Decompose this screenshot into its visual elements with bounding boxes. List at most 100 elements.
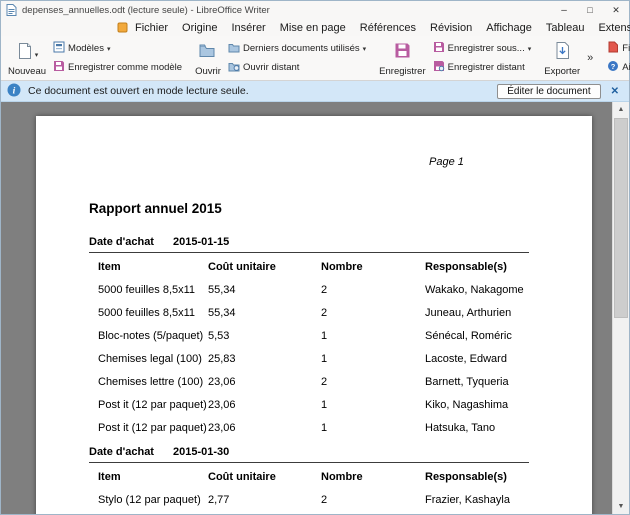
menubar-app-icon[interactable]: [117, 22, 128, 33]
enregistrer-sous-label: Enregistrer sous...: [448, 43, 525, 54]
enregistrer-distant-label: Enregistrer distant: [448, 62, 525, 73]
table-row: Bloc-notes (5/paquet)5,531Sénécal, Romér…: [89, 324, 529, 347]
save-as-template-icon: [53, 60, 65, 75]
table-cell: 1: [321, 422, 425, 434]
ouvrir-button[interactable]: Ouvrir: [192, 38, 224, 78]
date-achat-label: Date d'achat: [89, 446, 154, 458]
table-row: Chemises legal (100)25,831Lacoste, Edwar…: [89, 347, 529, 370]
chevron-down-icon[interactable]: [107, 43, 111, 54]
table-cell: 23,06: [208, 376, 321, 388]
chevron-down-icon[interactable]: [35, 44, 39, 62]
table-row: 5000 feuilles 8,5x1155,342Juneau, Arthur…: [89, 301, 529, 324]
table-cell: 5,53: [208, 330, 321, 342]
exporter-button[interactable]: Exporter: [541, 38, 583, 78]
enregistrer-sous-button[interactable]: Enregistrer sous...: [431, 40, 534, 57]
info-icon: i: [7, 83, 21, 100]
table-cell: Sénécal, Roméric: [425, 330, 529, 342]
group-enregistrer-options: Enregistrer sous... Enregistrer distant: [429, 38, 536, 78]
scroll-up-icon[interactable]: [613, 102, 629, 117]
modeles-label: Modèles: [68, 43, 104, 54]
enregistrer-button[interactable]: Enregistrer: [376, 38, 428, 78]
menu-item-extension[interactable]: Extension: [591, 22, 630, 34]
menu-item-revision[interactable]: Révision: [423, 22, 479, 34]
ouvrir-distant-button[interactable]: Ouvrir distant: [226, 60, 368, 76]
aide-menu-button[interactable]: ? Aide: [605, 59, 630, 76]
menu-item-inserer[interactable]: Insérer: [224, 22, 272, 34]
templates-icon: [53, 41, 65, 56]
menu-item-tableau[interactable]: Tableau: [539, 22, 592, 34]
menu-item-origine[interactable]: Origine: [175, 22, 224, 34]
maximize-button[interactable]: [577, 1, 603, 19]
date-achat-value: 2015-01-30: [173, 446, 229, 458]
nouveau-button[interactable]: Nouveau: [5, 38, 49, 78]
vertical-scrollbar[interactable]: [612, 102, 629, 514]
writer-document-icon: [6, 4, 17, 16]
chevron-down-icon[interactable]: [528, 43, 532, 54]
aide-menu-label: Aide: [622, 62, 630, 73]
open-folder-icon: [199, 43, 218, 64]
table-cell: 2: [321, 284, 425, 296]
date-achat-label: Date d'achat: [89, 236, 154, 248]
table-cell: 5000 feuilles 8,5x11: [98, 284, 208, 296]
table-header-row: ItemCoût unitaireNombreResponsable(s): [89, 256, 529, 278]
document-title: Rapport annuel 2015: [89, 201, 529, 216]
table-cell: 1: [321, 330, 425, 342]
table-cell: Frazier, Kashayla: [425, 494, 529, 506]
document-page[interactable]: Page 1 Rapport annuel 2015 Date d'achat2…: [36, 116, 592, 514]
recent-documents-icon: [228, 42, 240, 56]
group-nouveau: Nouveau: [5, 38, 49, 78]
table-row: Chemises lettre (100)23,062Barnett, Tyqu…: [89, 370, 529, 393]
titlebar: depenses_annuelles.odt (lecture seule) -…: [1, 1, 629, 19]
enregistrer-distant-button[interactable]: Enregistrer distant: [431, 59, 534, 76]
fichier-menu-label: Fichier: [622, 43, 630, 54]
minimize-button[interactable]: [551, 1, 577, 19]
toolbar-overflow-button[interactable]: »: [583, 52, 597, 64]
table-cell: 25,83: [208, 353, 321, 365]
table-cell: 2,77: [208, 494, 321, 506]
table-cell: 2: [321, 494, 425, 506]
ouvrir-label: Ouvrir: [195, 66, 221, 77]
menu-item-mise-en-page[interactable]: Mise en page: [273, 22, 353, 34]
infobar-close-icon[interactable]: [611, 85, 619, 97]
file-menu-icon: [607, 41, 619, 56]
table-cell: Stylo (12 par paquet): [98, 494, 208, 506]
table-cell: Barnett, Tyqueria: [425, 376, 529, 388]
open-remote-icon: [228, 61, 240, 75]
menu-item-affichage[interactable]: Affichage: [479, 22, 539, 34]
menu-item-references[interactable]: Références: [353, 22, 423, 34]
window-controls: [551, 1, 629, 19]
close-button[interactable]: [603, 1, 629, 19]
menu-item-fichier[interactable]: Fichier: [128, 22, 175, 34]
column-header: Responsable(s): [425, 471, 529, 483]
group-fichier-aide: Fichier ? Aide: [603, 38, 630, 78]
readonly-message: Ce document est ouvert en mode lecture s…: [28, 85, 249, 97]
document-area: Page 1 Rapport annuel 2015 Date d'achat2…: [1, 102, 629, 514]
export-icon: [554, 42, 571, 64]
new-document-icon: [16, 42, 34, 65]
enregistrer-label: Enregistrer: [379, 66, 425, 77]
scrollbar-thumb[interactable]: [614, 118, 628, 318]
table-cell: Kiko, Nagashima: [425, 399, 529, 411]
enregistrer-comme-modele-label: Enregistrer comme modèle: [68, 62, 182, 73]
enregistrer-comme-modele-button[interactable]: Enregistrer comme modèle: [51, 59, 184, 76]
column-header: Responsable(s): [425, 261, 529, 273]
group-ouvrir: Ouvrir Derniers documents utilisés Ouvri…: [192, 38, 370, 78]
table-cell: Chemises lettre (100): [98, 376, 208, 388]
scroll-down-icon[interactable]: [613, 499, 629, 514]
derniers-documents-button[interactable]: Derniers documents utilisés: [226, 41, 368, 57]
table-cell: 5000 feuilles 8,5x11: [98, 307, 208, 319]
group-enregistrer: Enregistrer Enregistrer sous... Enregist…: [376, 38, 535, 78]
column-header: Nombre: [321, 471, 425, 483]
edit-document-button[interactable]: Éditer le document: [497, 84, 600, 99]
table-cell: Chemises legal (100): [98, 353, 208, 365]
file-toolbar: Nouveau Modèles Enregistrer comme modèle: [1, 36, 629, 81]
modeles-button[interactable]: Modèles: [51, 40, 184, 57]
save-icon: [394, 42, 411, 64]
table-row: Post it (12 par paquet)23,061Kiko, Nagas…: [89, 393, 529, 416]
menubar: Fichier Origine Insérer Mise en page Réf…: [1, 19, 629, 36]
table-cell: Bloc-notes (5/paquet): [98, 330, 208, 342]
chevron-down-icon[interactable]: [363, 43, 367, 54]
date-achat-row: Date d'achat2015-01-15: [89, 236, 529, 253]
fichier-menu-button[interactable]: Fichier: [605, 40, 630, 57]
column-header: Item: [98, 471, 208, 483]
